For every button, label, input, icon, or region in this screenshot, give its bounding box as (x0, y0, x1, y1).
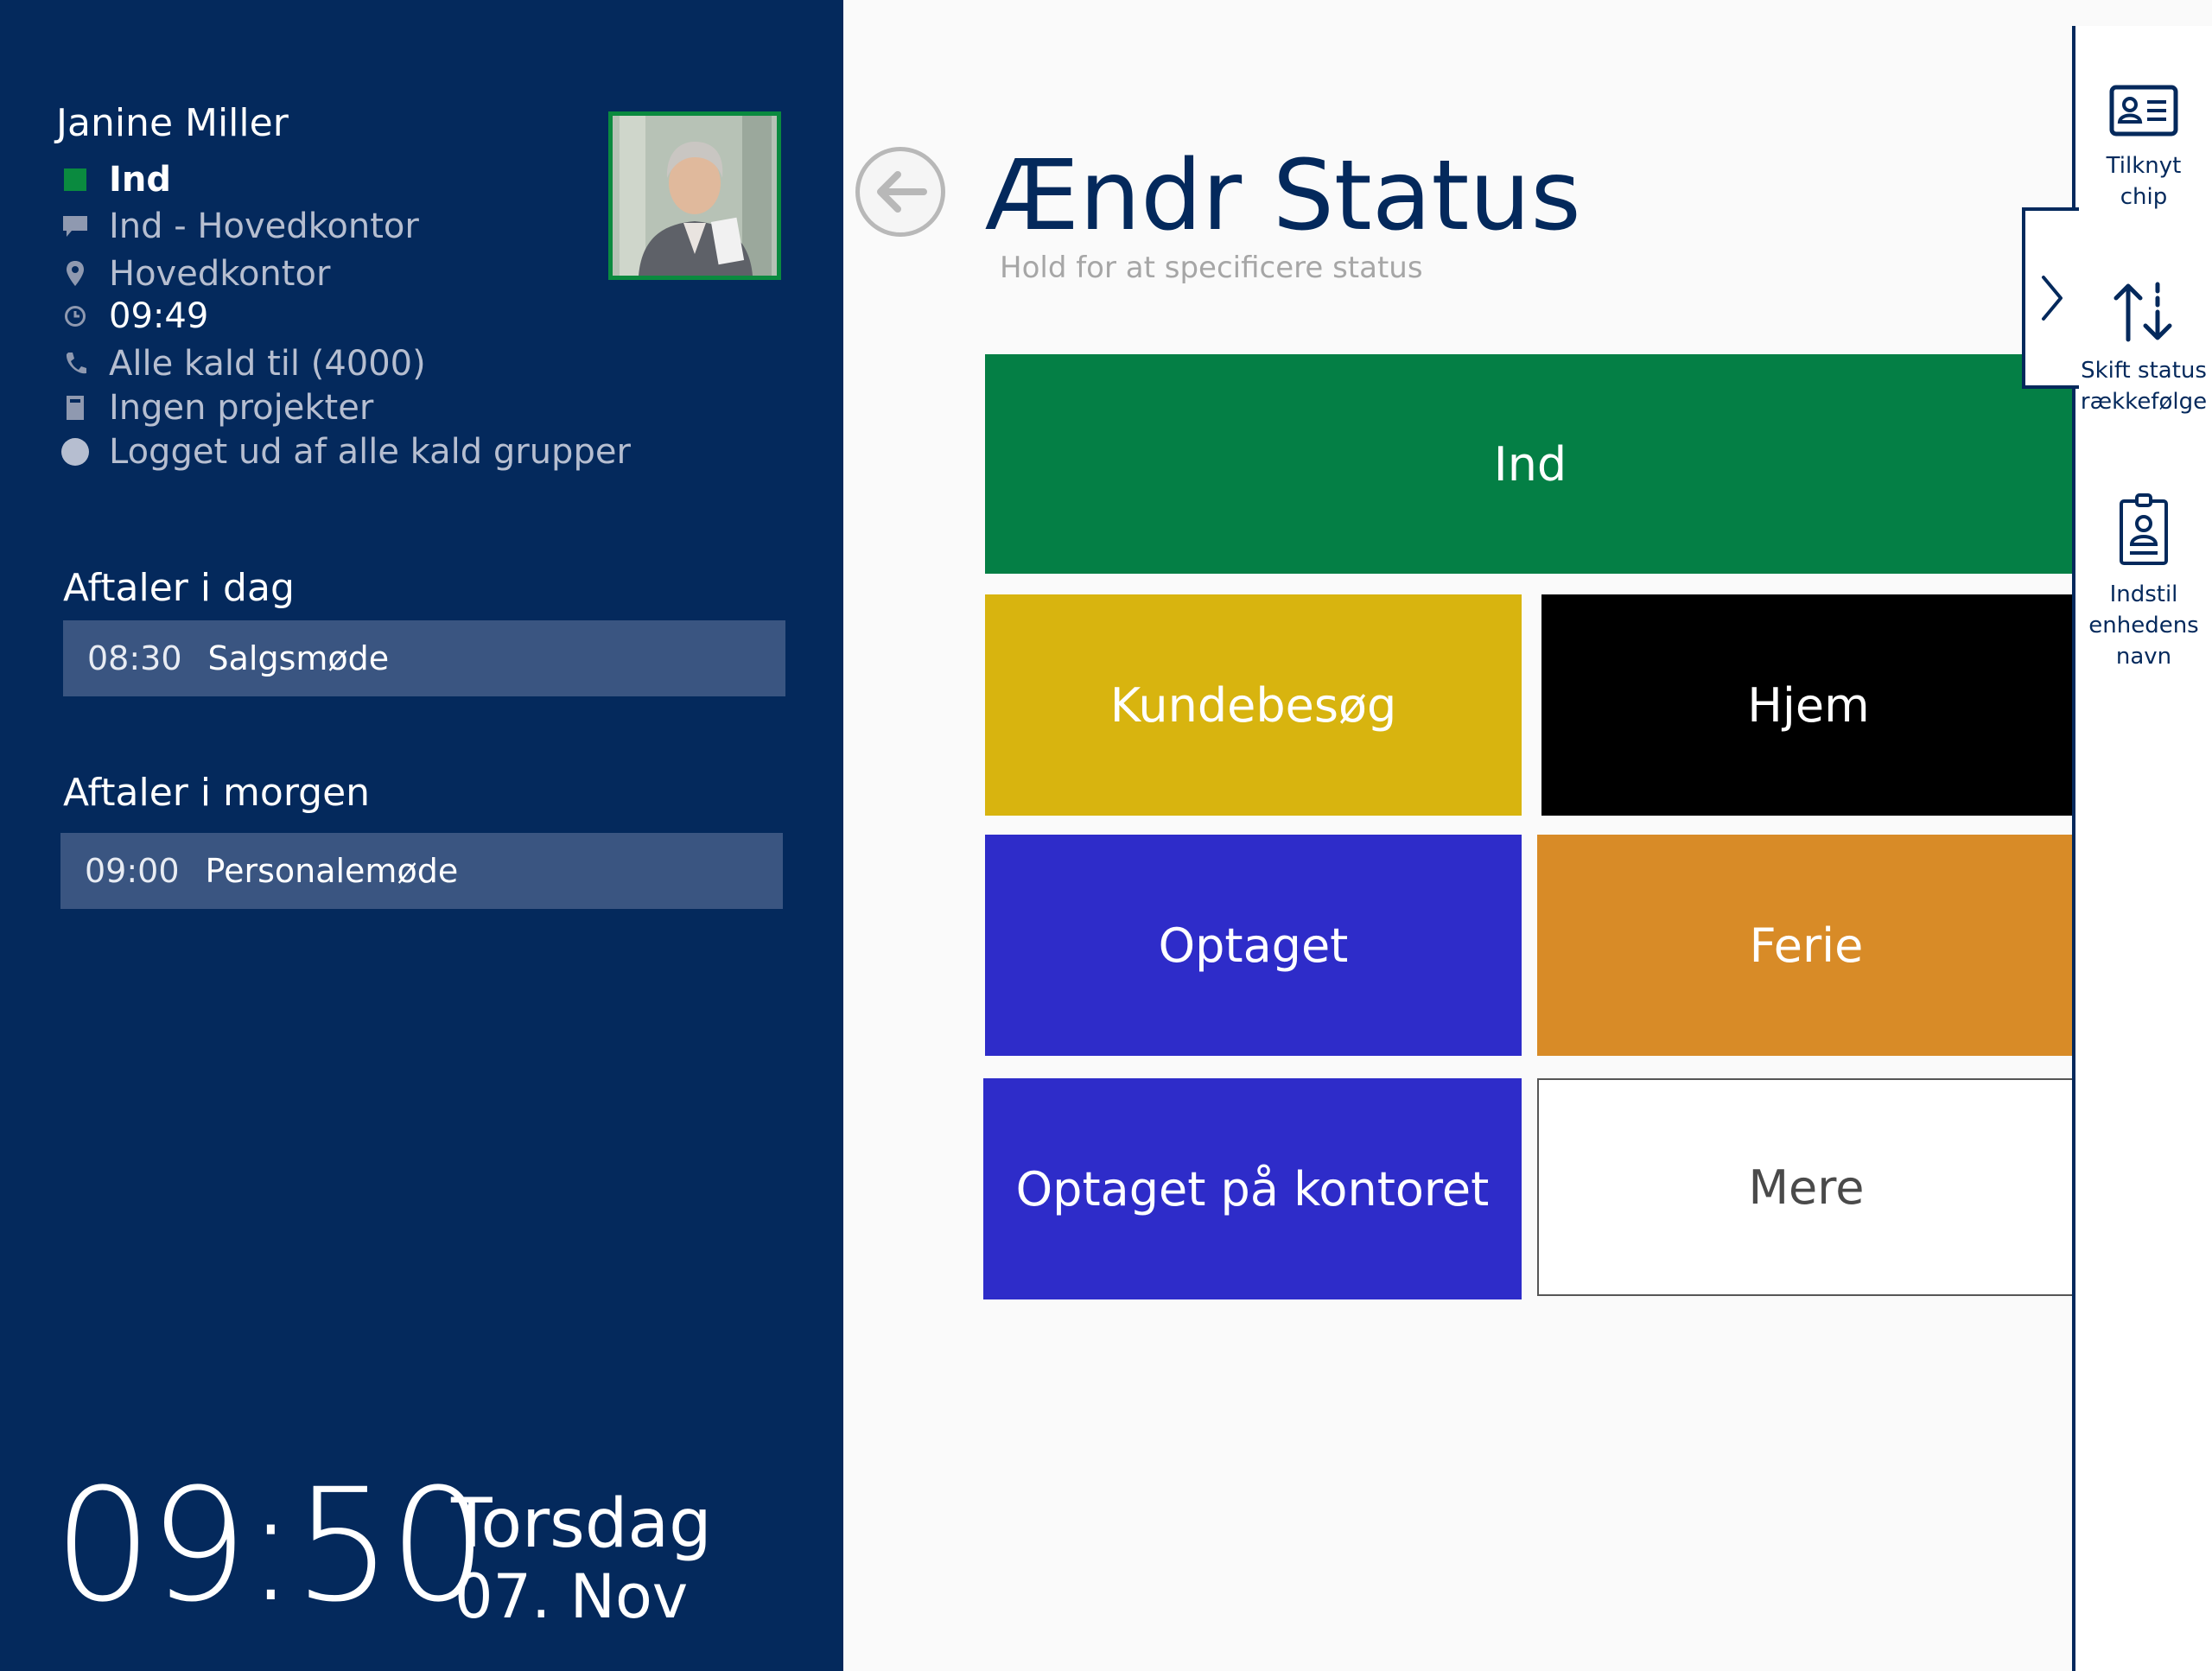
speech-bubble-icon (60, 212, 90, 241)
avatar (608, 111, 781, 280)
status-tile-mere[interactable]: Mere (1537, 1078, 2075, 1296)
attach-chip-label: Tilknyt chip (2106, 153, 2182, 210)
appointment-label: Personalemøde (205, 852, 459, 890)
page-subtitle: Hold for at specificere status (1000, 251, 1423, 285)
appointment-tomorrow-item[interactable]: 09:00 Personalemøde (60, 833, 783, 909)
status-tile-optaget-paa-kontoret[interactable]: Optaget på kontoret (983, 1078, 1522, 1299)
attach-chip-button[interactable]: Tilknyt chip (2075, 85, 2212, 213)
calls-row: Alle kald til (4000) (60, 342, 426, 385)
message-row: Ind - Hovedkontor (60, 205, 419, 248)
circle-status-icon (60, 437, 90, 467)
set-device-name-button[interactable]: Indstil enhedens navn (2075, 492, 2212, 672)
location-row: Hovedkontor (60, 252, 330, 295)
appointment-time: 08:30 (87, 639, 182, 677)
appointment-label: Salgsmøde (207, 639, 390, 677)
phone-icon (60, 349, 90, 378)
rail-expand-tab[interactable] (2022, 207, 2079, 389)
user-panel: Janine Miller Ind Ind - Hovedkontor Hove… (0, 0, 843, 1671)
right-rail (2072, 26, 2212, 1671)
change-status-order-button[interactable]: Skift status rækkefølge (2075, 281, 2212, 417)
appointment-time: 09:00 (85, 852, 180, 890)
projects-row: Ingen projekter (60, 386, 373, 429)
status-tile-kundebesoeg[interactable]: Kundebesøg (985, 594, 1522, 816)
appointment-today-item[interactable]: 08:30 Salgsmøde (63, 620, 785, 696)
page-title: Ændr Status (985, 140, 1581, 252)
back-button[interactable] (855, 147, 945, 237)
location-text: Hovedkontor (109, 254, 331, 294)
set-device-name-label: Indstil enhedens navn (2088, 581, 2199, 670)
call-groups-text: Logget ud af alle kald grupper (109, 432, 631, 472)
status-square-icon (60, 165, 90, 194)
projects-text: Ingen projekter (109, 388, 374, 428)
id-card-icon (2109, 85, 2178, 137)
change-status-order-label: Skift status rækkefølge (2080, 358, 2208, 415)
map-pin-icon (60, 259, 90, 289)
calls-text: Alle kald til (4000) (109, 344, 426, 384)
app-root: Janine Miller Ind Ind - Hovedkontor Hove… (0, 0, 2212, 1671)
status-tile-optaget[interactable]: Optaget (985, 835, 1522, 1056)
clock-date: 07. Nov (454, 1561, 689, 1632)
call-groups-row: Logget ud af alle kald grupper (60, 430, 631, 473)
message-text: Ind - Hovedkontor (109, 206, 419, 246)
status-row: Ind (60, 158, 171, 201)
today-title: Aftaler i dag (63, 566, 295, 610)
status-tile-hjem[interactable]: Hjem (1541, 594, 2075, 816)
book-icon (60, 393, 90, 423)
time-row: 09:49 (60, 295, 208, 338)
user-name: Janine Miller (56, 101, 289, 145)
tomorrow-title: Aftaler i morgen (63, 771, 371, 815)
arrow-left-icon (877, 171, 927, 213)
clipboard-user-icon (2120, 493, 2168, 565)
clock-time: 09:50 (54, 1456, 488, 1636)
status-text: Ind (109, 160, 171, 200)
clock-day: Torsdag (451, 1485, 712, 1563)
time-text: 09:49 (109, 296, 209, 336)
status-tile-ind[interactable]: Ind (985, 354, 2075, 574)
sort-arrows-icon (2113, 282, 2172, 342)
chevron-right-icon (2042, 276, 2063, 321)
status-tile-ferie[interactable]: Ferie (1537, 835, 2075, 1056)
clock-icon (60, 302, 90, 331)
